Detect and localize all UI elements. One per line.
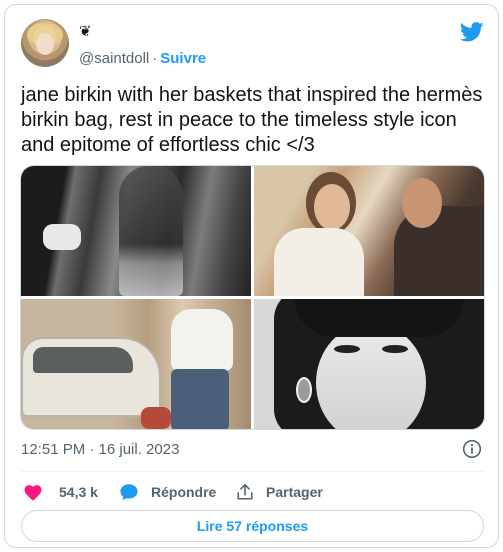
divider: [21, 471, 484, 472]
timestamp[interactable]: 12:51 PM · 16 juil. 2023: [21, 441, 179, 458]
follow-button[interactable]: Suivre: [160, 50, 206, 67]
tweet-card: ❦ @saintdoll · Suivre jane birkin with her…: [4, 4, 499, 548]
heart-icon: [24, 485, 42, 501]
photo-2[interactable]: [254, 166, 484, 296]
share-button[interactable]: Partager: [236, 480, 323, 504]
info-icon[interactable]: [462, 439, 482, 459]
display-name[interactable]: ❦: [79, 22, 92, 40]
reply-bubble-icon: [120, 484, 138, 501]
avatar[interactable]: [21, 19, 69, 67]
photo-3[interactable]: [21, 299, 251, 429]
share-label: Partager: [266, 484, 323, 500]
reply-button[interactable]: Répondre: [119, 480, 216, 504]
media-grid[interactable]: [20, 165, 485, 430]
like-count: 54,3 k: [59, 484, 98, 500]
photo-4[interactable]: [254, 299, 484, 429]
read-replies-button[interactable]: Lire 57 réponses: [21, 510, 484, 542]
reply-label: Répondre: [151, 484, 217, 500]
twitter-bird-icon[interactable]: [460, 21, 484, 43]
user-handle[interactable]: @saintdoll: [79, 50, 149, 67]
separator: ·: [152, 50, 158, 67]
handle-row: @saintdoll · Suivre: [79, 50, 206, 67]
like-button[interactable]: 54,3 k: [23, 480, 98, 504]
share-icon: [237, 483, 253, 500]
photo-1[interactable]: [21, 166, 251, 296]
tweet-text: jane birkin with her baskets that inspir…: [21, 84, 483, 156]
